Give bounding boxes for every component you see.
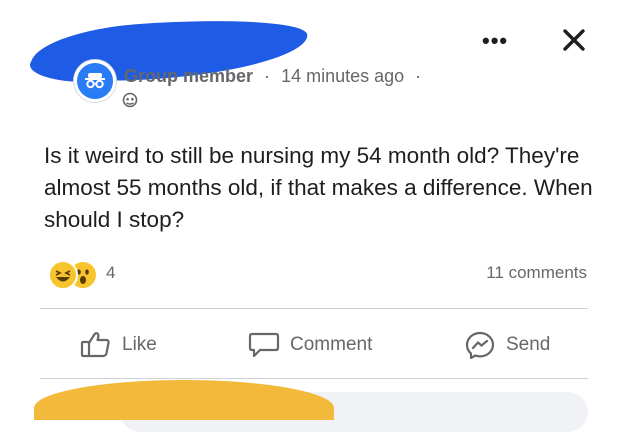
reaction-count[interactable]: 4	[106, 263, 115, 283]
like-label: Like	[122, 334, 157, 355]
anonymous-member-icon	[85, 73, 105, 89]
post-timestamp[interactable]: 14 minutes ago	[281, 66, 404, 86]
group-privacy-icon	[122, 92, 138, 108]
divider-bottom	[40, 378, 588, 379]
thumbs-up-icon	[80, 332, 110, 358]
anonymous-avatar[interactable]	[74, 60, 116, 102]
meta-trailing-separator: ·	[415, 66, 422, 86]
comment-label: Comment	[290, 334, 373, 355]
meta-separator: ·	[264, 66, 271, 86]
divider-top	[40, 308, 588, 309]
post-body-text: Is it weird to still be nursing my 54 mo…	[44, 143, 593, 232]
more-options-button[interactable]: •••	[482, 28, 508, 54]
like-button[interactable]: Like	[80, 330, 157, 360]
redaction-scribble-commenter	[34, 380, 334, 420]
comment-count-link[interactable]: 11 comments	[486, 263, 587, 283]
comment-button[interactable]: Comment	[248, 330, 372, 360]
post-meta: Group member · 14 minutes ago ·	[124, 66, 427, 87]
send-label: Send	[506, 334, 551, 355]
comment-bubble-icon	[248, 332, 280, 358]
messenger-icon	[465, 331, 495, 359]
send-button[interactable]: Send	[464, 330, 550, 360]
author-role[interactable]: Group member	[124, 66, 253, 86]
haha-emoji-icon	[48, 260, 78, 290]
close-icon[interactable]	[560, 26, 588, 54]
